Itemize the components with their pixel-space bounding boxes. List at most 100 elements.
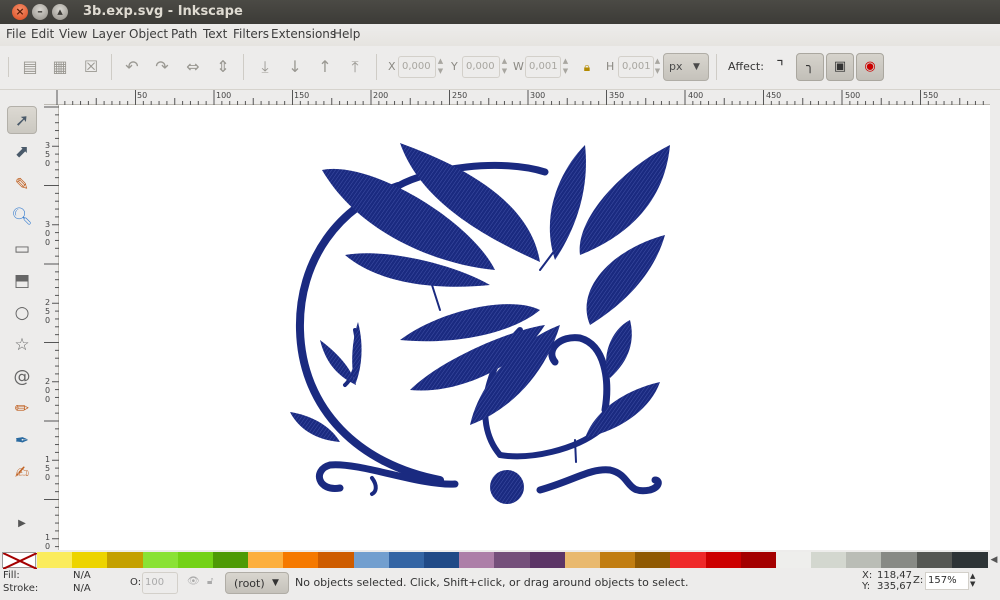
eye-icon[interactable]: 👁︎ xyxy=(187,576,200,587)
rotate-cw-icon[interactable]: ↷ xyxy=(151,56,173,78)
y-field[interactable]: 0,000 xyxy=(462,56,500,78)
palette-swatch[interactable] xyxy=(599,552,636,568)
zoom-tool-icon[interactable]: 🔍︎ xyxy=(7,203,37,231)
toolbar-grip xyxy=(8,57,9,77)
palette-swatch[interactable] xyxy=(740,552,777,568)
minimize-window-button[interactable]: – xyxy=(32,4,48,20)
palette-swatch[interactable] xyxy=(881,552,918,568)
menu-path[interactable]: Path xyxy=(171,27,197,41)
stroke-value[interactable]: N/A xyxy=(73,583,91,594)
select-all-icon[interactable]: ▤ xyxy=(19,56,41,78)
ruler-label: 300 xyxy=(530,91,546,100)
close-window-button[interactable]: × xyxy=(12,4,28,20)
lock-layer-icon[interactable]: 🔓︎ xyxy=(207,576,213,587)
zoom-field[interactable]: 157% xyxy=(925,572,969,590)
pencil-tool-icon[interactable]: ✏ xyxy=(7,395,37,423)
3dbox-tool-icon[interactable]: ⬒ xyxy=(7,267,37,295)
x-field[interactable]: 0,000 xyxy=(398,56,436,78)
maximize-window-button[interactable]: ▴ xyxy=(52,4,68,20)
toolbar-separator xyxy=(111,54,112,80)
spiral-tool-icon[interactable]: @ xyxy=(7,363,37,391)
raise-icon[interactable]: ↑ xyxy=(314,56,336,78)
w-spinner[interactable]: ▲ ▼ xyxy=(561,56,570,78)
selector-tool-icon[interactable]: ➚ xyxy=(7,106,37,134)
palette-swatch[interactable] xyxy=(353,552,390,568)
menu-layer[interactable]: Layer xyxy=(92,27,125,41)
tweak-tool-icon[interactable]: ✎ xyxy=(7,171,37,199)
expand-toolbox-icon[interactable]: ▶ xyxy=(7,510,37,538)
raise-to-top-icon[interactable]: ⤒ xyxy=(344,56,366,78)
palette-swatch[interactable] xyxy=(37,552,73,568)
palette-swatch[interactable] xyxy=(212,552,249,568)
horizontal-ruler: 50 100 150 200 250 300 350 400 450 500 5… xyxy=(44,90,990,105)
drawing-canvas[interactable] xyxy=(59,105,990,550)
menu-view[interactable]: View xyxy=(59,27,87,41)
menu-file[interactable]: File xyxy=(6,27,26,41)
h-field[interactable]: 0,001 xyxy=(618,56,654,78)
pen-tool-icon[interactable]: ✒ xyxy=(7,427,37,455)
layer-selector[interactable]: (root) ▼ xyxy=(225,572,289,594)
palette-swatch[interactable] xyxy=(283,552,320,568)
star-tool-icon[interactable]: ☆ xyxy=(7,331,37,359)
ruler-label: 2 5 0 xyxy=(45,298,51,325)
palette-swatch[interactable] xyxy=(564,552,601,568)
menu-help[interactable]: Help xyxy=(333,27,360,41)
palette-swatch[interactable] xyxy=(72,552,109,568)
ruler-label: 1 5 0 xyxy=(45,455,51,482)
lock-icon[interactable]: 🔒︎ xyxy=(576,56,598,78)
transform-gradients-button[interactable]: ▣ xyxy=(826,53,854,81)
palette-swatch[interactable] xyxy=(424,552,461,568)
vertical-scrollbar[interactable] xyxy=(990,90,1000,550)
menu-object[interactable]: Object xyxy=(129,27,168,41)
node-tool-icon[interactable]: ⬈ xyxy=(7,138,37,166)
lower-to-bottom-icon[interactable]: ⤓ xyxy=(254,56,276,78)
zoom-spinner[interactable]: ▲ ▼ xyxy=(970,572,975,588)
palette-swatch[interactable] xyxy=(248,552,285,568)
palette-swatch[interactable] xyxy=(529,552,566,568)
opacity-field[interactable]: 100 xyxy=(142,572,178,594)
h-spinner[interactable]: ▲ ▼ xyxy=(653,56,662,78)
menu-text[interactable]: Text xyxy=(203,27,227,41)
palette-swatch[interactable] xyxy=(142,552,179,568)
fill-value[interactable]: N/A xyxy=(73,570,91,581)
transform-patterns-button[interactable]: ◉ xyxy=(856,53,884,81)
palette-swatch[interactable] xyxy=(107,552,144,568)
status-message: No objects selected. Click, Shift+click,… xyxy=(295,576,689,589)
x-spinner[interactable]: ▲ ▼ xyxy=(436,56,445,78)
menu-filters[interactable]: Filters xyxy=(233,27,269,41)
palette-swatch[interactable] xyxy=(635,552,672,568)
scale-corners-button[interactable]: ╮ xyxy=(796,53,824,81)
w-field[interactable]: 0,001 xyxy=(525,56,561,78)
rect-tool-icon[interactable]: ▭ xyxy=(7,235,37,263)
no-paint-swatch[interactable] xyxy=(2,552,38,570)
palette-swatch[interactable] xyxy=(846,552,883,568)
palette-swatch[interactable] xyxy=(951,552,988,568)
palette-menu-icon[interactable]: ◀ xyxy=(988,552,1000,568)
palette-swatch[interactable] xyxy=(177,552,214,568)
y-spinner[interactable]: ▲ ▼ xyxy=(500,56,509,78)
select-all-layers-icon[interactable]: ▦ xyxy=(49,56,71,78)
palette-swatch[interactable] xyxy=(318,552,355,568)
palette-swatch[interactable] xyxy=(388,552,425,568)
menu-edit[interactable]: Edit xyxy=(31,27,54,41)
unit-selector[interactable]: px ▼ xyxy=(663,53,709,81)
chevron-down-icon: ▼ xyxy=(272,578,279,588)
scale-stroke-icon[interactable]: ⌝ xyxy=(769,56,791,78)
palette-swatch[interactable] xyxy=(775,552,812,568)
flip-vertical-icon[interactable]: ⇕ xyxy=(212,56,234,78)
ellipse-tool-icon[interactable]: ○ xyxy=(7,299,37,327)
deselect-icon[interactable]: ☒ xyxy=(80,56,102,78)
palette-swatch[interactable] xyxy=(705,552,742,568)
embroidery-artwork[interactable] xyxy=(59,105,990,550)
menu-extensions[interactable]: Extensions xyxy=(271,27,336,41)
palette-swatch[interactable] xyxy=(811,552,848,568)
palette-swatch[interactable] xyxy=(670,552,707,568)
lower-icon[interactable]: ↓ xyxy=(284,56,306,78)
calligraphy-tool-icon[interactable]: ✍ xyxy=(7,459,37,487)
rotate-ccw-icon[interactable]: ↶ xyxy=(121,56,143,78)
flip-horizontal-icon[interactable]: ⇔ xyxy=(182,56,204,78)
palette-swatch[interactable] xyxy=(494,552,531,568)
ruler-label: 500 xyxy=(845,91,861,100)
palette-swatch[interactable] xyxy=(916,552,953,568)
palette-swatch[interactable] xyxy=(459,552,496,568)
